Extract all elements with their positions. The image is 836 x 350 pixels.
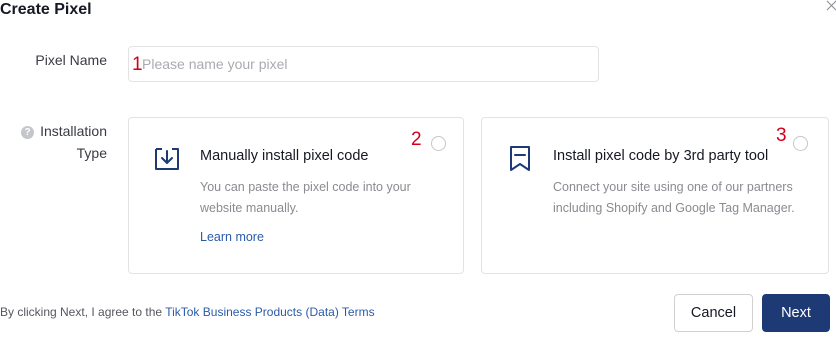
dialog-title: Create Pixel bbox=[0, 1, 92, 18]
option-title: Install pixel code by 3rd party tool bbox=[553, 148, 769, 164]
agreement-text: By clicking Next, I agree to the TikTok … bbox=[0, 305, 375, 319]
download-box-icon bbox=[155, 148, 179, 170]
close-icon[interactable] bbox=[826, 0, 836, 12]
annotation-marker-1: 1 bbox=[132, 54, 143, 75]
option-description: You can paste the pixel code into your w… bbox=[200, 180, 411, 215]
cancel-button[interactable]: Cancel bbox=[674, 294, 753, 332]
agreement-prefix: By clicking Next, I agree to the bbox=[0, 305, 166, 319]
annotation-marker-3: 3 bbox=[776, 125, 787, 146]
option-radio-third-party[interactable] bbox=[793, 136, 808, 151]
pixel-name-input[interactable] bbox=[129, 47, 598, 81]
question-circle-icon[interactable]: ? bbox=[21, 126, 35, 139]
option-description: Connect your site using one of our partn… bbox=[553, 180, 795, 215]
terms-link[interactable]: TikTok Business Products (Data) Terms bbox=[165, 305, 374, 319]
annotation-marker-2: 2 bbox=[411, 129, 422, 150]
learn-more-link[interactable]: Learn more bbox=[200, 230, 264, 244]
pixel-name-label: Pixel Name bbox=[35, 52, 107, 68]
pixel-name-field[interactable] bbox=[128, 46, 599, 82]
option-radio-manual[interactable] bbox=[431, 136, 446, 151]
option-title: Manually install pixel code bbox=[200, 148, 369, 164]
bookmark-icon bbox=[510, 146, 530, 171]
installation-type-label-line1: Installation bbox=[40, 123, 107, 139]
installation-type-label-line2: Type bbox=[76, 145, 107, 161]
next-button[interactable]: Next bbox=[762, 294, 830, 332]
installation-type-label: ? Installation Type bbox=[0, 120, 107, 164]
